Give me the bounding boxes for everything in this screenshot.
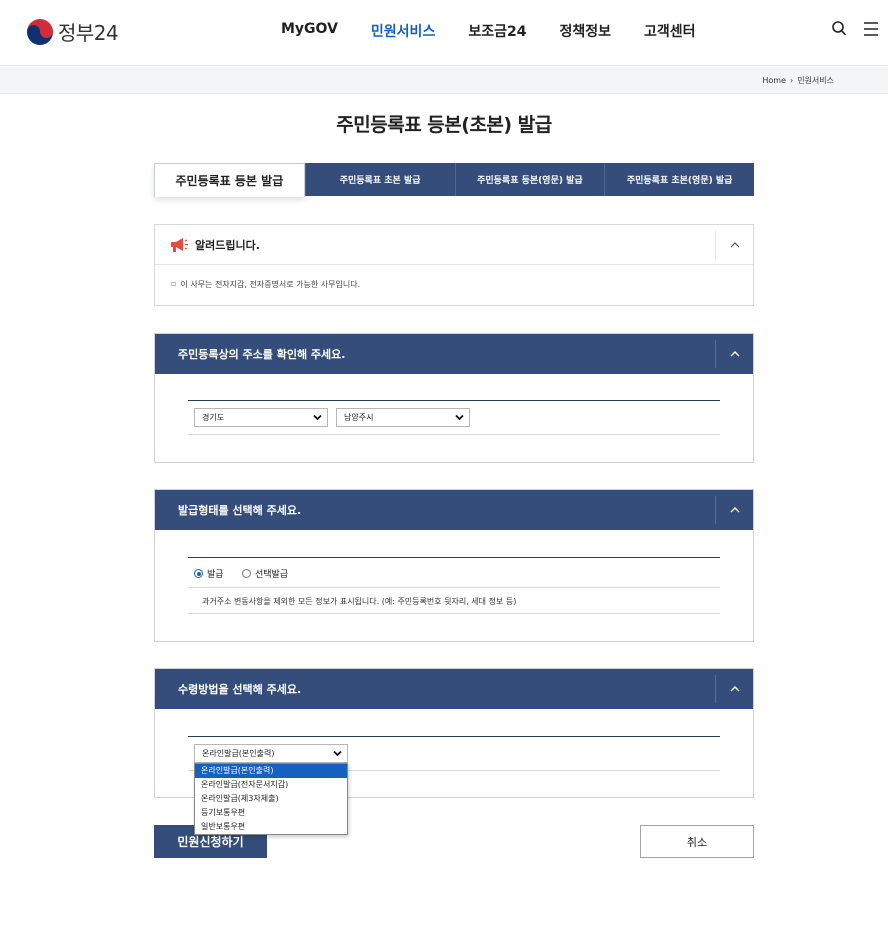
receive-method-dropdown-list: 온라인발급(본인출력) 온라인발급(전자문서지갑) 온라인발급(제3자제출) 등… [194,763,348,835]
chevron-up-icon [730,351,739,357]
province-select[interactable]: 경기도 [194,408,328,427]
chevron-down-icon [455,414,464,421]
issue-type-panel-title: 발급형태를 선택해 주세요. [178,504,302,517]
radio-select-issue[interactable]: 선택발급 [242,567,288,580]
tab-resident-abstract-english[interactable]: 주민등록표 초본(영문) 발급 [604,163,754,196]
city-select-value: 남양주시 [344,413,374,422]
dropdown-option[interactable]: 온라인발급(제3자제출) [195,792,347,806]
dropdown-option[interactable]: 등기보통우편 [195,806,347,820]
city-select[interactable]: 남양주시 [336,408,470,427]
breadcrumb-current[interactable]: 민원서비스 [797,75,834,86]
logo-text: 정부24 [58,21,119,45]
menu-icon[interactable] [863,20,879,38]
notice-collapse-button[interactable] [715,231,753,259]
tab-resident-abstract[interactable]: 주민등록표 초본 발급 [304,163,455,196]
address-panel: 주민등록상의 주소를 확인해 주세요. 경기도 남양주시 [154,333,754,463]
address-panel-title: 주민등록상의 주소를 확인해 주세요. [178,348,346,361]
breadcrumb-bar: Home › 민원서비스 [0,67,888,94]
site-header: 정부24 MyGOV 민원서비스 보조금24 정책정보 고객센터 [0,0,888,66]
search-icon[interactable] [831,20,847,38]
nav-item-customer-center[interactable]: 고객센터 [644,21,696,41]
receive-method-panel-title: 수령방법을 선택해 주세요. [178,683,302,696]
taegeuk-logo-icon [27,18,53,45]
dropdown-option[interactable]: 온라인발급(본인출력) [195,764,347,778]
tab-resident-copy-english[interactable]: 주민등록표 등본(영문) 발급 [454,163,605,196]
site-logo[interactable]: 정부24 [27,17,119,46]
nav-item-civil-service[interactable]: 민원서비스 [371,21,435,41]
radio-circle-checked[interactable] [194,569,203,578]
radio-issue-label: 발급 [207,570,224,580]
page-title: 주민등록표 등본(초본) 발급 [336,114,552,136]
nav-item-mygov[interactable]: MyGOV [281,21,338,41]
receive-method-select[interactable]: 온라인발급(본인출력) [194,744,348,763]
receive-method-select-value: 온라인발급(본인출력) [202,749,275,758]
chevron-down-icon [333,750,342,757]
cancel-button[interactable]: 취소 [640,825,754,858]
radio-issue[interactable]: 발급 [194,567,224,580]
nav-item-policy-info[interactable]: 정책정보 [559,21,611,41]
tab-bar: 주민등록표 등본 발급 주민등록표 초본 발급 주민등록표 등본(영문) 발급 … [154,163,754,197]
dropdown-option[interactable]: 일반보통우편 [195,820,347,834]
chevron-up-icon [730,507,739,513]
chevron-up-icon [730,242,739,248]
issue-type-panel: 발급형태를 선택해 주세요. 발급 선택발급 과거주소 변동사항을 제외한 모든… [154,489,754,642]
breadcrumb: Home › 민원서비스 [762,75,834,86]
notice-title: 알려드립니다. [195,238,260,252]
address-collapse-button[interactable] [715,340,753,368]
dropdown-option[interactable]: 온라인발급(전자문서지갑) [195,778,347,792]
radio-circle-unchecked[interactable] [242,569,251,578]
chevron-down-icon [313,414,322,421]
notice-text: 이 사무는 전자지갑, 전자증명서로 가능한 사무입니다. [180,280,361,289]
megaphone-icon [171,237,188,252]
chevron-up-icon [730,686,739,692]
bullet: ▫ [171,279,177,288]
chevron-right-icon: › [789,76,794,85]
breadcrumb-home[interactable]: Home [762,76,786,85]
tab-resident-copy[interactable]: 주민등록표 등본 발급 [154,163,305,197]
radio-select-issue-label: 선택발급 [255,570,289,580]
notice-box: 알려드립니다. ▫ 이 사무는 전자지갑, 전자증명서로 가능한 사무입니다. [154,224,754,306]
receive-method-collapse-button[interactable] [715,675,753,703]
issue-type-description: 과거주소 변동사항을 제외한 모든 정보가 표시됩니다. (예: 주민등록번호 … [202,597,517,606]
issue-type-collapse-button[interactable] [715,496,753,524]
nav-item-subsidy24[interactable]: 보조금24 [468,21,526,41]
main-nav: MyGOV 민원서비스 보조금24 정책정보 고객센터 [281,21,729,41]
province-select-value: 경기도 [202,413,225,422]
